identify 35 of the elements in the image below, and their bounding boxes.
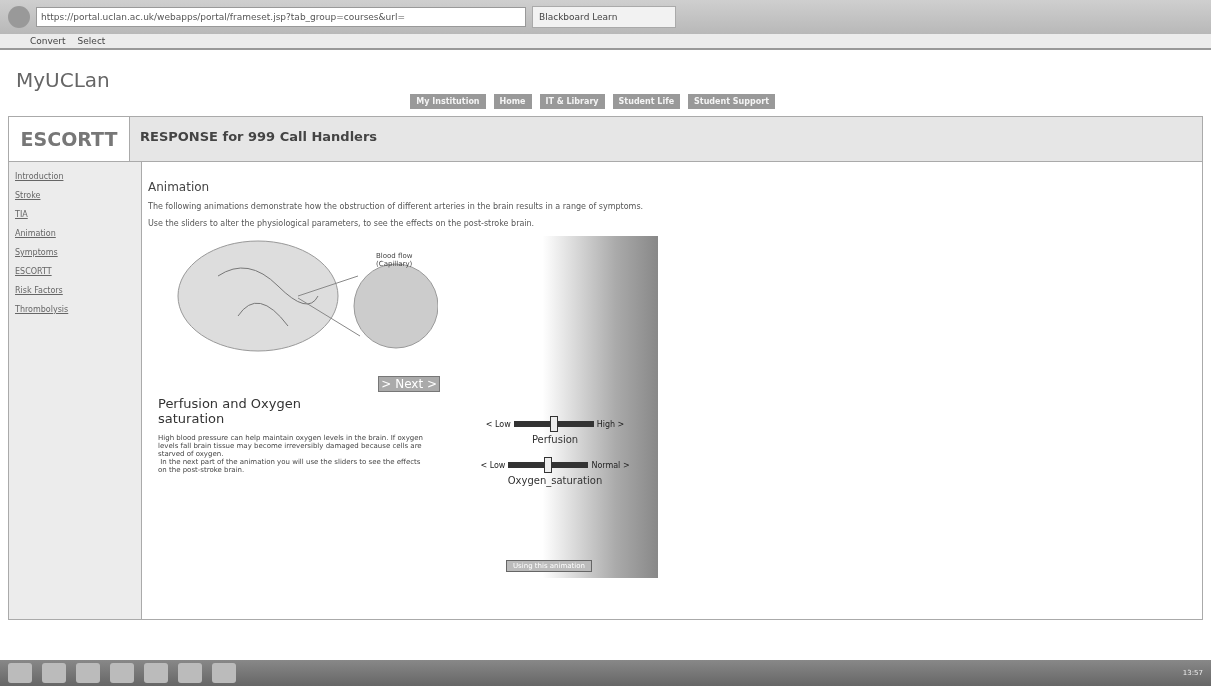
- taskbar-icon[interactable]: [76, 663, 100, 683]
- taskbar-icon[interactable]: [110, 663, 134, 683]
- section-heading: Animation: [148, 180, 211, 194]
- sidebar-link[interactable]: ESCORTT: [15, 267, 135, 276]
- paragraph: Use the sliders to alter the physiological parameters, to see the effects on the post-stroke brain.: [148, 219, 536, 228]
- address-field[interactable]: https://portal.uclan.ac.uk/webapps/portal/frameset.jsp?tab_group=courses&url=: [36, 7, 526, 27]
- command-button[interactable]: Select: [77, 36, 106, 46]
- course-logo: ESCORTT: [9, 117, 130, 161]
- slider-label: Perfusion: [531, 434, 579, 445]
- slider-min-label: < Low: [480, 460, 506, 470]
- slider-thumb[interactable]: [544, 457, 553, 473]
- command-button[interactable]: Convert: [30, 36, 66, 46]
- browser-tab[interactable]: Blackboard Learn: [532, 6, 676, 28]
- slider-max-label: High >: [596, 419, 625, 429]
- sidebar-link[interactable]: Animation: [15, 229, 135, 238]
- panel-title: Perfusion and Oxygen saturation: [158, 396, 302, 426]
- sidebar-link[interactable]: Thrombolysis: [15, 305, 135, 314]
- slider-label: Oxygen_saturation: [507, 475, 603, 486]
- course-title: RESPONSE for 999 Call Handlers: [139, 128, 379, 146]
- sidebar-link[interactable]: Introduction: [15, 172, 135, 181]
- sidebar-link[interactable]: Stroke: [15, 191, 135, 200]
- sidebar-link[interactable]: TIA: [15, 210, 135, 219]
- paragraph: The following animations demonstrate how the obstruction of different arteries in the brain results in a range of symptoms.: [148, 202, 645, 211]
- taskbar-icon[interactable]: [8, 663, 32, 683]
- sidebar-link[interactable]: Symptoms: [15, 248, 135, 257]
- slider-thumb[interactable]: [549, 416, 558, 432]
- slider-max-label: Normal >: [591, 460, 630, 470]
- slider-min-label: < Low: [485, 419, 511, 429]
- site-logo[interactable]: MyUCLan: [16, 68, 110, 92]
- back-button[interactable]: [8, 6, 30, 28]
- sidebar-link[interactable]: Risk Factors: [15, 286, 135, 295]
- taskbar-icon[interactable]: [42, 663, 66, 683]
- taskbar-icon[interactable]: [212, 663, 236, 683]
- taskbar-icon[interactable]: [178, 663, 202, 683]
- taskbar-icon[interactable]: [144, 663, 168, 683]
